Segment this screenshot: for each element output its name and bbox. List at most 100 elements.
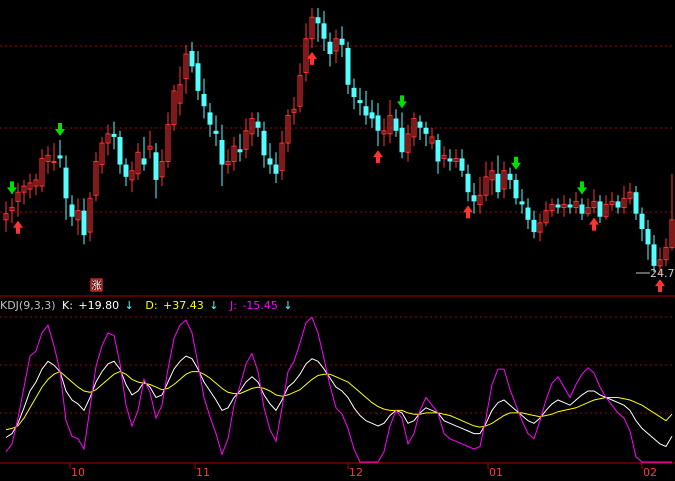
candle [375, 103, 381, 147]
candle [591, 189, 597, 214]
candle [453, 149, 459, 168]
candle [555, 198, 561, 214]
candle-body [207, 112, 213, 125]
candle [351, 78, 357, 110]
candle [561, 195, 567, 217]
candle [429, 127, 435, 150]
candle [231, 136, 237, 171]
candle [87, 192, 93, 242]
candle [267, 143, 273, 174]
d-label: D: [145, 299, 157, 312]
buy-arrow-icon [463, 205, 473, 219]
candle [177, 66, 183, 116]
candle [9, 198, 15, 223]
month-label: 11 [196, 466, 210, 479]
candle [339, 26, 345, 58]
candle [357, 87, 363, 116]
candle-body [597, 201, 603, 217]
k-value: +19.80 [78, 299, 119, 312]
candle-body [213, 130, 219, 134]
candle-body [123, 164, 129, 177]
candle [531, 210, 537, 239]
candle-body [327, 41, 333, 55]
candle-body [261, 130, 267, 156]
candle [3, 201, 9, 233]
candle [141, 136, 147, 171]
chart-canvas: 10 11 12 01 02 24.7 涨 KDJ(9,3,3) K: +19.80 ↓… [0, 8, 675, 479]
candle-body [345, 47, 351, 85]
candle [273, 152, 279, 183]
candlestick-series [3, 8, 675, 276]
candle [381, 118, 387, 147]
candle-body [321, 23, 327, 39]
kdj-series [5, 316, 673, 463]
candle-body [495, 173, 501, 193]
candle [363, 90, 369, 125]
candle-body [423, 127, 429, 134]
candle-body [567, 204, 573, 208]
candle-body [351, 87, 357, 98]
sell-arrow-icon [577, 181, 587, 195]
badge-text: 涨 [92, 280, 102, 292]
sell-arrow-icon [397, 95, 407, 109]
candle [117, 130, 123, 174]
candle [315, 8, 321, 42]
candle [483, 161, 489, 202]
candle [291, 97, 297, 125]
candle [543, 201, 549, 226]
candle [603, 195, 609, 220]
candle [399, 112, 405, 159]
candle-body [651, 244, 657, 266]
candle [645, 219, 651, 260]
candle-body [417, 121, 423, 128]
candle-body [219, 140, 225, 165]
kdj-title: KDJ(9,3,3) [0, 299, 56, 312]
candle [609, 192, 615, 211]
candle [99, 136, 105, 174]
candle [249, 112, 255, 147]
candle [219, 124, 225, 187]
candle [135, 143, 141, 180]
kdj-header: KDJ(9,3,3) K: +19.80 ↓ D: +37.43 ↓ J: -1… [0, 299, 293, 312]
candle-body [393, 118, 399, 131]
d-value: +37.43 [163, 299, 204, 312]
time-axis: 10 11 12 01 02 [69, 463, 657, 479]
candle-body [69, 204, 75, 217]
candle [573, 192, 579, 214]
candle [621, 186, 627, 214]
buy-arrow-icon [373, 150, 383, 164]
candle [597, 195, 603, 223]
candle [39, 149, 45, 193]
limit-up-badge: 涨 [90, 278, 103, 292]
candle [465, 164, 471, 202]
candle [123, 158, 129, 187]
candle-body [255, 121, 261, 128]
candle [663, 238, 669, 266]
candle [153, 143, 159, 199]
d-down-arrow-icon: ↓ [209, 299, 218, 312]
month-label: 02 [643, 466, 657, 479]
candle [321, 11, 327, 51]
candle-body [633, 192, 639, 214]
candle [165, 112, 171, 168]
candle [105, 124, 111, 156]
candle [93, 152, 99, 202]
candle-body [639, 213, 645, 230]
j-label: J: [229, 299, 237, 312]
candle [45, 146, 51, 174]
candle [51, 143, 57, 171]
candle-body [81, 210, 87, 236]
candle-body [507, 173, 513, 180]
candle [441, 146, 447, 168]
candle [69, 195, 75, 226]
candle [495, 155, 501, 199]
candle [411, 112, 417, 147]
month-label: 10 [71, 466, 85, 479]
candle [405, 124, 411, 162]
candle-body [273, 164, 279, 174]
candle-body [363, 106, 369, 116]
candle [33, 173, 39, 196]
candle [333, 29, 339, 64]
candle-body [579, 204, 585, 214]
j-value: -15.45 [242, 299, 277, 312]
